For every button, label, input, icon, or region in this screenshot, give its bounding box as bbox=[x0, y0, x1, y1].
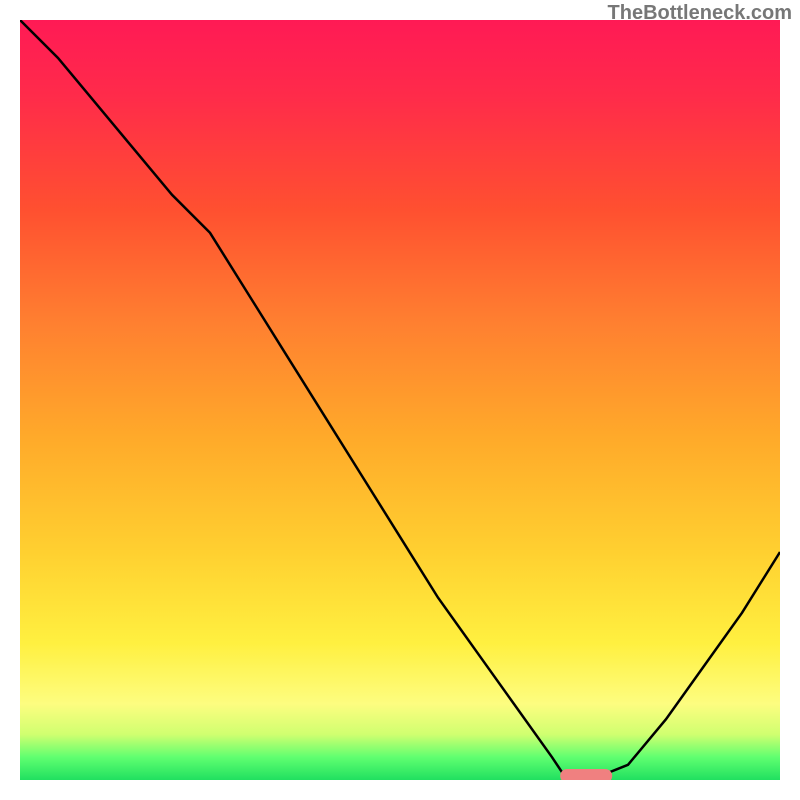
bottleneck-curve bbox=[20, 20, 780, 780]
chart-svg bbox=[20, 20, 780, 780]
bottleneck-chart: TheBottleneck.com bbox=[0, 0, 800, 800]
plot-area bbox=[20, 20, 780, 780]
